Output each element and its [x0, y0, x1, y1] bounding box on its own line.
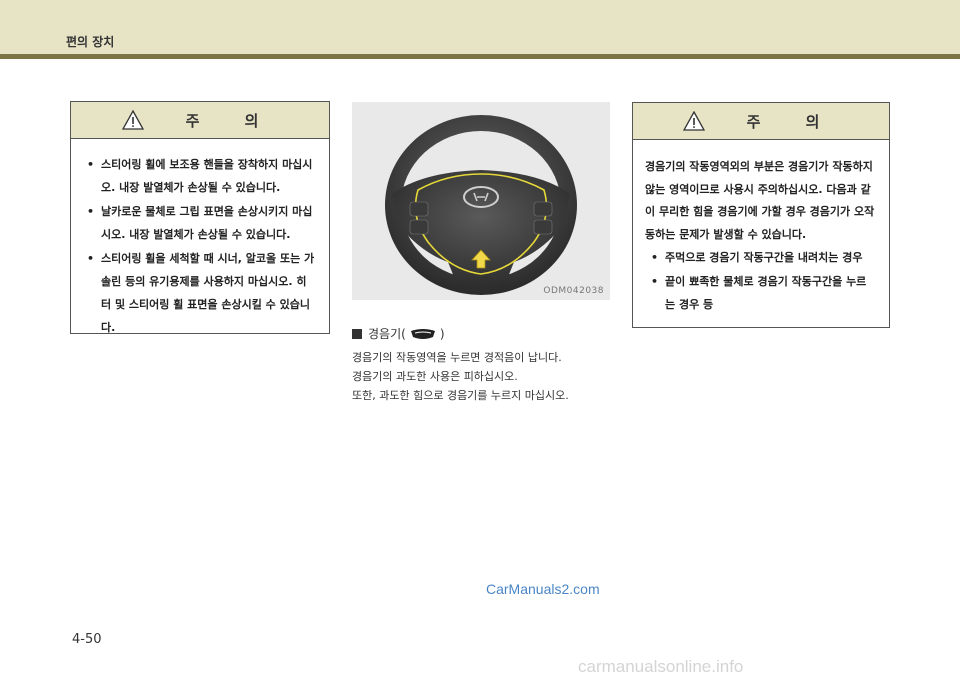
- caution-box-right: 주 의 경음기의 작동영역외의 부분은 경음기가 작동하지 않는 영역이므로 사…: [632, 102, 890, 328]
- square-bullet-icon: [352, 328, 362, 339]
- horn-heading-prefix: 경음기(: [368, 327, 406, 341]
- caution-item: 스티어링 휠에 보조용 핸들을 장착하지 마십시오. 내장 발열체가 손상될 수…: [87, 153, 315, 199]
- warning-triangle-icon: [121, 110, 144, 130]
- figure-code: ODM042038: [543, 286, 604, 296]
- caution-list: 스티어링 휠에 보조용 핸들을 장착하지 마십시오. 내장 발열체가 손상될 수…: [71, 139, 329, 339]
- footer-watermark: carmanualsonline.info: [578, 657, 744, 676]
- caution-item: 스티어링 휠을 세척할 때 시너, 알코올 또는 가솔린 등의 유기용제를 사용…: [87, 247, 315, 339]
- steering-wheel-figure: ODM042038: [352, 102, 610, 300]
- horn-description: 경음기의 작동영역을 누르면 경적음이 납니다. 경음기의 과도한 사용은 피하…: [352, 348, 614, 405]
- page-number: 4-50: [72, 632, 102, 647]
- caution-header: 주 의: [633, 103, 889, 140]
- steering-wheel-illustration: [385, 115, 577, 295]
- section-title: 편의 장치: [66, 35, 115, 49]
- caution-item: 끝이 뾰족한 물체로 경음기 작동구간을 누르는 경우 등: [651, 270, 875, 316]
- horn-heading: 경음기( ): [352, 325, 445, 342]
- horn-line: 또한, 과도한 힘으로 경음기를 누르지 마십시오.: [352, 389, 569, 402]
- header-band: [0, 0, 960, 55]
- caution-list: 주먹으로 경음기 작동구간을 내려치는 경우 끝이 뾰족한 물체로 경음기 작동…: [633, 246, 889, 316]
- caution-item: 주먹으로 경음기 작동구간을 내려치는 경우: [651, 246, 875, 269]
- caution-paragraph: 경음기의 작동영역외의 부분은 경음기가 작동하지 않는 영역이므로 사용시 주…: [645, 160, 875, 241]
- caution-box-left: 주 의 스티어링 휠에 보조용 핸들을 장착하지 마십시오. 내장 발열체가 손…: [70, 101, 330, 334]
- horn-icon: [410, 328, 435, 339]
- caution-item: 날카로운 물체로 그립 표면을 손상시키지 마십시오. 내장 발열체가 손상될 …: [87, 200, 315, 246]
- horn-line: 경음기의 과도한 사용은 피하십시오.: [352, 370, 518, 383]
- caution-title: 주 의: [185, 111, 279, 130]
- horn-heading-suffix: ): [439, 326, 445, 341]
- site-watermark: CarManuals2.com: [486, 581, 600, 597]
- header-rule: [0, 54, 960, 59]
- warning-triangle-icon: [682, 111, 705, 131]
- caution-title: 주 의: [746, 112, 840, 131]
- caution-header: 주 의: [71, 102, 329, 139]
- horn-line: 경음기의 작동영역을 누르면 경적음이 납니다.: [352, 351, 562, 364]
